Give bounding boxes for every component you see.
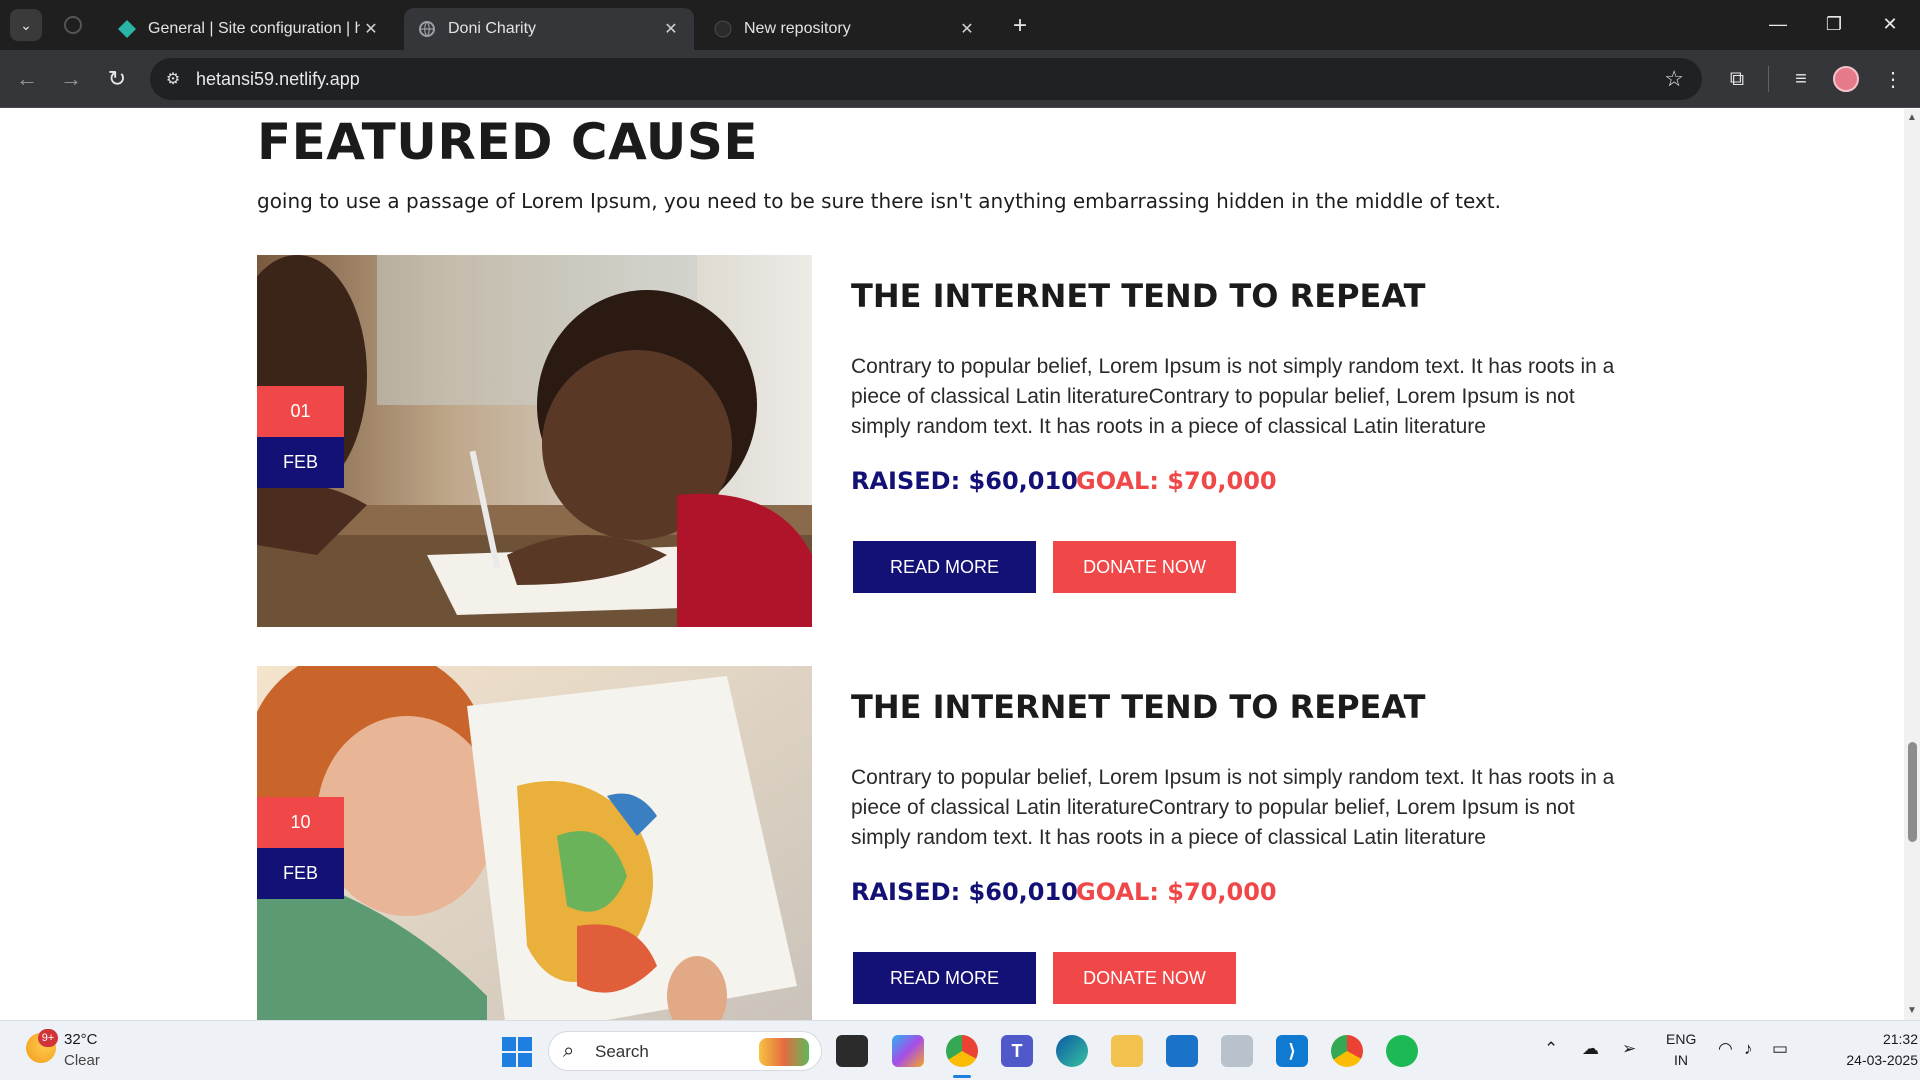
task-view-icon[interactable]: [836, 1035, 868, 1067]
tab-title: New repository: [744, 20, 851, 37]
system-time[interactable]: 21:32: [1858, 1031, 1918, 1047]
toolbar-divider: [1768, 66, 1769, 92]
reload-icon[interactable]: ↻: [102, 64, 132, 94]
menu-kebab-icon[interactable]: ⋮: [1878, 64, 1908, 94]
cause-card: 10 FEB THE INTERNET TEND TO REPEAT Contr…: [257, 666, 1637, 1020]
page-scrollbar[interactable]: ▲ ▼: [1904, 109, 1920, 1020]
cause-description: Contrary to popular belief, Lorem Ipsum …: [851, 355, 1615, 438]
goal-amount: GOAL: $70,000: [1076, 878, 1277, 906]
globe-icon: [419, 21, 435, 37]
date-day-badge: 10: [257, 797, 344, 848]
browser-tab-bar: ⌄ General | Site configuration | he ✕ Do…: [0, 0, 1920, 50]
volume-icon[interactable]: ♪: [1744, 1039, 1753, 1059]
cause-title: THE INTERNET TEND TO REPEAT: [851, 277, 1426, 315]
netlify-icon: [118, 20, 136, 38]
tab-site-configuration[interactable]: General | Site configuration | he ✕: [104, 8, 394, 50]
scroll-down-arrow-icon[interactable]: ▼: [1907, 1006, 1917, 1016]
restore-button[interactable]: ❐: [1814, 10, 1854, 38]
scrollbar-thumb[interactable]: [1908, 742, 1917, 842]
active-app-indicator: [953, 1075, 971, 1078]
search-icon: ⌕: [563, 1040, 575, 1062]
tab-close-icon[interactable]: ✕: [660, 19, 682, 39]
cause-description: Contrary to popular belief, Lorem Ipsum …: [851, 766, 1615, 849]
windows-start-icon[interactable]: [502, 1037, 532, 1067]
search-label: Search: [595, 1042, 649, 1061]
onedrive-cloud-icon[interactable]: ☁: [1582, 1039, 1599, 1059]
browser-toolbar: ← → ↻ ⚙ hetansi59.netlify.app ☆ ⧉ ≡ ⋮: [0, 50, 1920, 108]
tab-search-button[interactable]: ⌄: [10, 9, 42, 41]
cause-card: 01 FEB THE INTERNET TEND TO REPEAT Contr…: [257, 255, 1637, 627]
date-month-badge: FEB: [257, 437, 344, 488]
bookmark-star-icon[interactable]: ☆: [1664, 66, 1684, 92]
read-more-button[interactable]: READ MORE: [853, 952, 1036, 1004]
media-controls-icon[interactable]: ≡: [1786, 64, 1816, 94]
site-info-icon[interactable]: ⚙: [162, 68, 184, 90]
tab-close-icon[interactable]: ✕: [956, 19, 978, 39]
donate-now-button[interactable]: DONATE NOW: [1053, 952, 1236, 1004]
donate-now-button[interactable]: DONATE NOW: [1053, 541, 1236, 593]
minimize-button[interactable]: —: [1758, 10, 1798, 38]
github-pinned-tab-icon[interactable]: [64, 16, 82, 34]
spotify-icon[interactable]: [1386, 1035, 1418, 1067]
raised-amount: RAISED: $60,010: [851, 467, 1078, 495]
microsoft-store-icon[interactable]: [1166, 1035, 1198, 1067]
language-indicator[interactable]: ENG: [1666, 1031, 1696, 1047]
read-more-button[interactable]: READ MORE: [853, 541, 1036, 593]
file-explorer-icon[interactable]: [1111, 1035, 1143, 1067]
show-hidden-icons-chevron-icon[interactable]: ⌃: [1544, 1039, 1558, 1059]
chrome-icon[interactable]: [1331, 1035, 1363, 1067]
profile-avatar[interactable]: [1833, 66, 1859, 92]
weather-condition[interactable]: Clear: [64, 1052, 100, 1069]
app-icon[interactable]: [1221, 1035, 1253, 1067]
copilot-icon[interactable]: [892, 1035, 924, 1067]
date-day-badge: 01: [257, 386, 344, 437]
location-arrow-icon[interactable]: ➢: [1622, 1039, 1636, 1059]
cause-title: THE INTERNET TEND TO REPEAT: [851, 688, 1426, 726]
github-icon: [714, 20, 732, 38]
vscode-icon[interactable]: ⟩: [1276, 1035, 1308, 1067]
forward-arrow-icon[interactable]: →: [56, 64, 86, 94]
system-date[interactable]: 24-03-2025: [1818, 1052, 1918, 1068]
goal-amount: GOAL: $70,000: [1076, 467, 1277, 495]
date-month-badge: FEB: [257, 848, 344, 899]
tab-new-repository[interactable]: New repository ✕: [700, 8, 990, 50]
teams-icon[interactable]: T: [1001, 1035, 1033, 1067]
chrome-profile-icon[interactable]: [946, 1035, 978, 1067]
weather-notification-badge: 9+: [38, 1029, 58, 1047]
wifi-icon[interactable]: ◠: [1718, 1039, 1733, 1059]
edge-icon[interactable]: [1056, 1035, 1088, 1067]
raised-amount: RAISED: $60,010: [851, 878, 1078, 906]
address-bar[interactable]: ⚙ hetansi59.netlify.app ☆: [150, 58, 1702, 100]
back-arrow-icon[interactable]: ←: [12, 64, 42, 94]
tab-title: General | Site configuration | he: [148, 20, 360, 37]
new-tab-button[interactable]: +: [1006, 12, 1034, 40]
close-window-button[interactable]: ✕: [1870, 10, 1910, 38]
tab-title: Doni Charity: [448, 20, 537, 37]
battery-icon[interactable]: ▭: [1772, 1039, 1788, 1059]
taskbar-search[interactable]: ⌕ Search: [548, 1031, 822, 1071]
page-viewport: FEATURED CAUSE going to use a passage of…: [0, 109, 1904, 1020]
section-title: FEATURED CAUSE: [257, 113, 759, 171]
extensions-icon[interactable]: ⧉: [1722, 64, 1752, 94]
scroll-up-arrow-icon[interactable]: ▲: [1907, 113, 1917, 123]
windows-taskbar: 9+ 32°C Clear ⌕ Search T ⟩ ⌃ ☁ ➢ ENG IN …: [0, 1020, 1920, 1080]
weather-temperature[interactable]: 32°C: [64, 1031, 98, 1048]
tab-doni-charity[interactable]: Doni Charity ✕: [404, 8, 694, 50]
search-highlight-icon: [759, 1038, 809, 1066]
region-indicator[interactable]: IN: [1674, 1052, 1688, 1068]
url-text[interactable]: hetansi59.netlify.app: [196, 69, 360, 90]
tab-close-icon[interactable]: ✕: [360, 19, 382, 39]
section-subtitle: going to use a passage of Lorem Ipsum, y…: [257, 189, 1501, 213]
